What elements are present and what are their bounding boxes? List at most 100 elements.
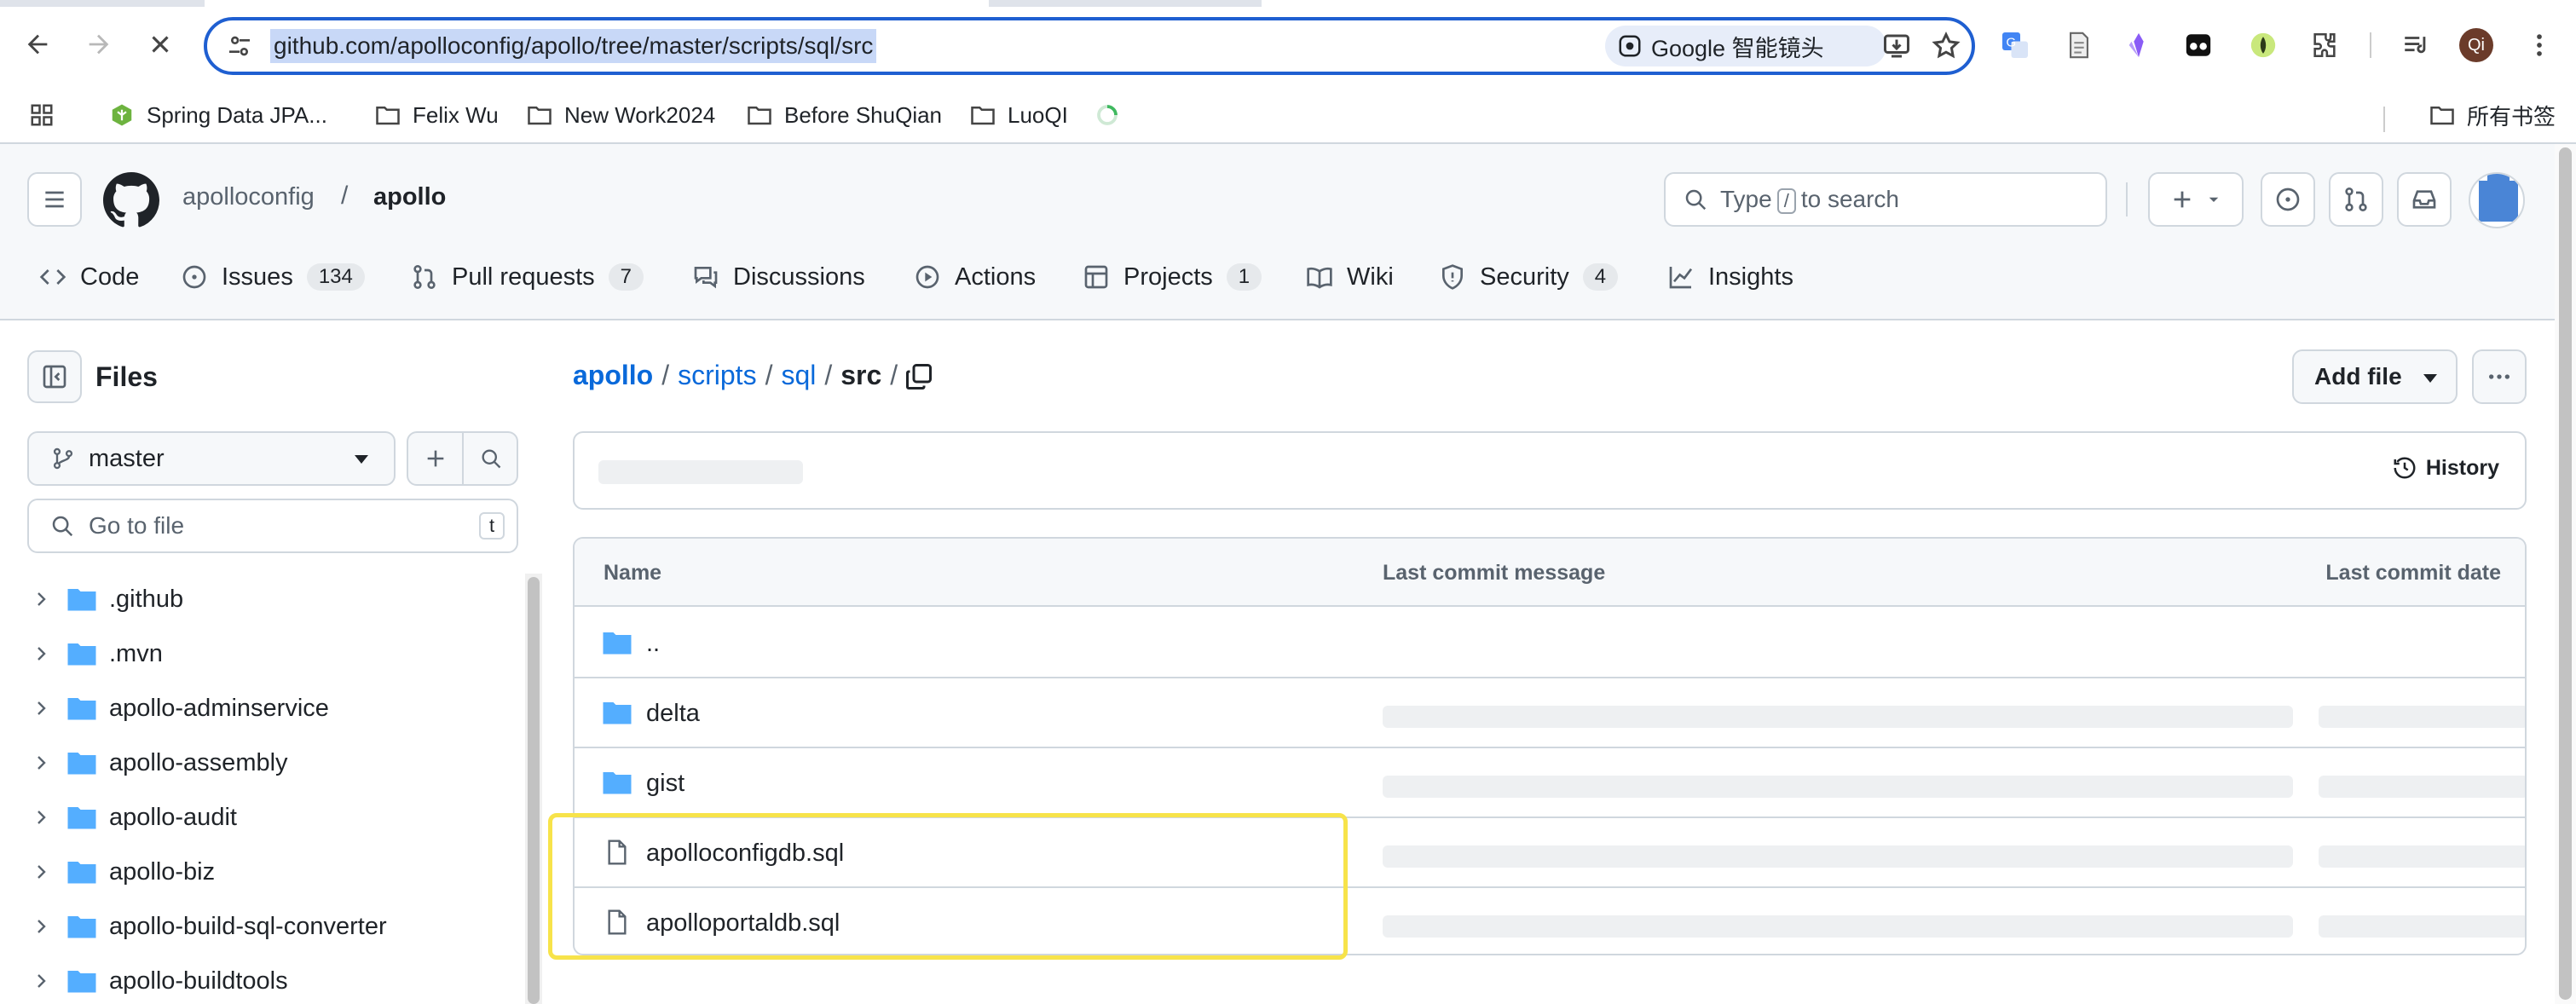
pull-requests-button[interactable] bbox=[2329, 172, 2383, 227]
browser-menu-icon[interactable] bbox=[2523, 29, 2556, 61]
chevron-right-icon[interactable] bbox=[31, 807, 51, 828]
tab-discussions[interactable]: Discussions bbox=[692, 250, 865, 304]
tab-wiki[interactable]: Wiki bbox=[1306, 250, 1394, 304]
search-icon bbox=[52, 516, 73, 537]
bookmark-folder-new-work2024[interactable]: New Work2024 bbox=[527, 96, 715, 134]
search-input[interactable]: Type / to search bbox=[1664, 172, 2107, 227]
chevron-right-icon[interactable] bbox=[31, 916, 51, 937]
menu-button[interactable] bbox=[27, 172, 82, 227]
copy-path-icon[interactable] bbox=[904, 361, 934, 392]
file-tree-scrollbar[interactable] bbox=[525, 574, 542, 1004]
tree-item-github[interactable]: .github bbox=[0, 574, 511, 625]
stop-loading-icon[interactable] bbox=[142, 26, 179, 63]
repo-name-link[interactable]: apollo bbox=[373, 183, 446, 211]
chevron-right-icon[interactable] bbox=[31, 862, 51, 882]
branch-selector[interactable]: master bbox=[27, 431, 396, 486]
code-icon bbox=[39, 269, 66, 285]
folder-icon bbox=[603, 772, 632, 794]
add-file-dropdown[interactable]: Add file bbox=[2292, 349, 2458, 404]
apps-grid-icon[interactable] bbox=[29, 96, 55, 134]
tree-item-apollo-audit[interactable]: apollo-audit bbox=[0, 792, 511, 843]
tab-code[interactable]: Code bbox=[39, 250, 139, 304]
back-icon[interactable] bbox=[19, 26, 56, 63]
purple-extension-icon[interactable] bbox=[2123, 29, 2155, 61]
folder-icon bbox=[376, 107, 400, 125]
file-name-link[interactable]: gist bbox=[646, 770, 684, 798]
commit-message-placeholder bbox=[1383, 915, 2293, 938]
site-info-icon[interactable] bbox=[226, 32, 253, 60]
tree-item-label: apollo-assembly bbox=[109, 749, 288, 776]
breadcrumb-root-link[interactable]: apollo bbox=[573, 360, 653, 391]
chevron-right-icon[interactable] bbox=[31, 643, 51, 664]
forward-icon[interactable] bbox=[80, 26, 118, 63]
files-panel-title: Files bbox=[95, 361, 158, 392]
breadcrumb-link-scripts[interactable]: scripts bbox=[678, 360, 756, 391]
chevron-right-icon[interactable] bbox=[31, 589, 51, 609]
glasses-extension-icon[interactable] bbox=[2182, 29, 2215, 61]
history-link[interactable]: History bbox=[2392, 455, 2499, 481]
page-scrollbar[interactable] bbox=[2555, 144, 2576, 1004]
breadcrumb-link-sql[interactable]: sql bbox=[781, 360, 816, 391]
tree-item-apollo-build-sql-converter[interactable]: apollo-build-sql-converter bbox=[0, 901, 511, 952]
tab-insights[interactable]: Insights bbox=[1667, 250, 1793, 304]
create-new-button[interactable] bbox=[2148, 172, 2244, 227]
install-app-icon[interactable] bbox=[1881, 31, 1912, 61]
table-row-parent-dir[interactable]: .. bbox=[575, 609, 2525, 678]
chevron-right-icon[interactable] bbox=[31, 753, 51, 773]
chevron-right-icon[interactable] bbox=[31, 698, 51, 718]
file-name-link[interactable]: .. bbox=[646, 630, 660, 658]
tree-item-apollo-adminservice[interactable]: apollo-adminservice bbox=[0, 683, 511, 734]
chevron-right-icon[interactable] bbox=[31, 971, 51, 991]
document-extension-icon[interactable] bbox=[2063, 29, 2095, 61]
leaf-extension-icon[interactable] bbox=[2247, 29, 2279, 61]
search-files-button[interactable] bbox=[464, 433, 517, 484]
file-name-link[interactable]: delta bbox=[646, 700, 700, 728]
go-to-file-input[interactable]: Go to file t bbox=[27, 499, 518, 553]
address-bar[interactable]: github.com/apolloconfig/apollo/tree/mast… bbox=[204, 17, 1975, 75]
tab-label: Projects bbox=[1123, 263, 1213, 291]
github-logo-icon[interactable] bbox=[103, 172, 159, 228]
commit-loading-placeholder bbox=[598, 460, 803, 484]
reading-list-icon[interactable] bbox=[2400, 29, 2432, 61]
tree-item-apollo-assembly[interactable]: apollo-assembly bbox=[0, 737, 511, 788]
repo-owner-link[interactable]: apolloconfig bbox=[182, 183, 315, 211]
bookmark-folder-before-shuqian[interactable]: Before ShuQian bbox=[747, 96, 942, 134]
tab-strip bbox=[0, 0, 2576, 7]
tab-projects[interactable]: Projects 1 bbox=[1083, 250, 1262, 304]
tree-item-apollo-biz[interactable]: apollo-biz bbox=[0, 846, 511, 897]
bookmark-spring-data[interactable]: Spring Data JPA... bbox=[109, 96, 327, 134]
bookmark-folder-felix-wu[interactable]: Felix Wu bbox=[375, 96, 499, 134]
profile-avatar[interactable]: Qi bbox=[2459, 28, 2493, 62]
tab-issues[interactable]: Issues 134 bbox=[181, 250, 365, 304]
tab-active[interactable] bbox=[205, 0, 989, 7]
tab-security[interactable]: Security 4 bbox=[1439, 250, 1619, 304]
more-options-button[interactable] bbox=[2472, 349, 2527, 404]
tab-pull-requests[interactable]: Pull requests 7 bbox=[411, 250, 644, 304]
issues-button[interactable] bbox=[2261, 172, 2315, 227]
all-bookmarks-folder[interactable]: 所有书签 bbox=[2429, 96, 2556, 134]
collapse-file-tree-button[interactable] bbox=[27, 350, 82, 403]
sidebar-collapse-icon bbox=[43, 365, 66, 389]
tree-item-apollo-buildtools[interactable]: apollo-buildtools bbox=[0, 955, 511, 1004]
tree-item-label: apollo-biz bbox=[109, 858, 216, 886]
google-lens-button[interactable]: Google 智能镜头 bbox=[1605, 26, 1886, 66]
table-row-delta[interactable]: delta bbox=[575, 678, 2525, 748]
discussion-icon bbox=[694, 267, 718, 289]
tree-item-mvn[interactable]: .mvn bbox=[0, 628, 511, 679]
folder-icon bbox=[971, 107, 995, 125]
table-row-gist[interactable]: gist bbox=[575, 748, 2525, 818]
bookmark-label: New Work2024 bbox=[564, 101, 716, 128]
bookmark-folder-luoqi[interactable]: LuoQI bbox=[970, 96, 1068, 134]
star-bookmark-icon[interactable] bbox=[1931, 31, 1961, 61]
translate-extension-icon[interactable]: G bbox=[1999, 29, 2031, 61]
column-header-commit-date: Last commit date bbox=[2325, 561, 2501, 585]
url-text[interactable]: github.com/apolloconfig/apollo/tree/mast… bbox=[270, 29, 877, 63]
extensions-puzzle-icon[interactable] bbox=[2308, 29, 2341, 61]
tab-actions[interactable]: Actions bbox=[914, 250, 1036, 304]
book-icon bbox=[1307, 267, 1332, 289]
breadcrumb-separator: / bbox=[765, 360, 773, 390]
add-file-button[interactable] bbox=[408, 433, 462, 484]
user-avatar[interactable] bbox=[2469, 172, 2525, 228]
inbox-button[interactable] bbox=[2397, 172, 2452, 227]
tab-inactive[interactable] bbox=[1262, 0, 2576, 7]
